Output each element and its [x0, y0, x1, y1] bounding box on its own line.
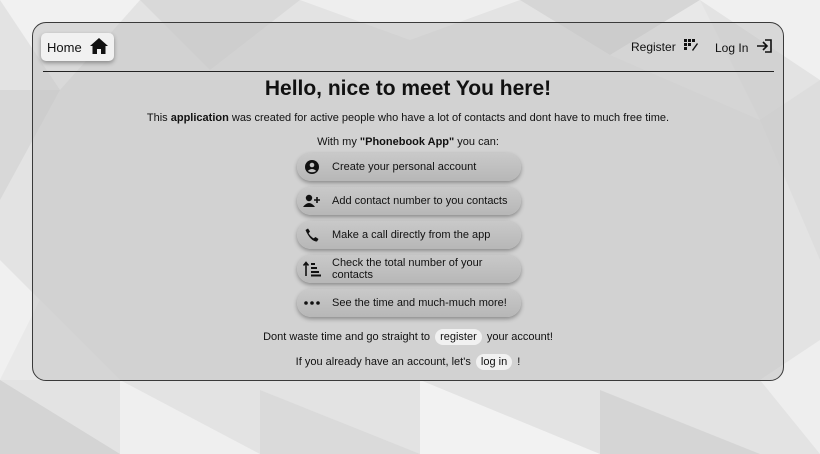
feature-item-count-contacts[interactable]: Check the total number of your contacts — [297, 255, 521, 283]
feature-label: Create your personal account — [332, 161, 477, 173]
feature-label: Check the total number of your contacts — [332, 257, 483, 281]
navbar: Home Register Log In — [33, 23, 783, 71]
feature-label: See the time and much-much more! — [332, 297, 507, 309]
login-link[interactable]: Log In — [715, 39, 773, 56]
feature-label: Make a call directly from the app — [332, 229, 491, 241]
intro-bold: application — [170, 112, 229, 124]
register-cta-text: Dont waste time and go straight to — [263, 331, 431, 343]
more-dots-icon — [303, 294, 321, 312]
intro-text: This application was created for active … — [146, 112, 670, 124]
account-circle-icon — [303, 158, 321, 176]
home-icon — [89, 37, 108, 57]
app-name: "Phonebook App" — [359, 136, 455, 148]
feature-item-make-call[interactable]: Make a call directly from the app — [297, 221, 521, 249]
login-cta: If you already have an account, let's lo… — [33, 354, 783, 370]
register-icon — [683, 39, 698, 54]
register-inline-button[interactable]: register — [435, 329, 482, 345]
sort-numbers-icon — [303, 260, 321, 278]
login-inline-button[interactable]: log in — [475, 354, 513, 370]
login-cta-suffix: ! — [517, 356, 521, 368]
page-title: Hello, nice to meet You here! — [264, 77, 552, 100]
feature-item-add-contact[interactable]: Add contact number to you contacts — [297, 187, 521, 215]
phone-icon — [303, 226, 321, 244]
feature-item-more[interactable]: See the time and much-much more! — [297, 289, 521, 317]
main-card: Home Register Log In Hello, nice to meet… — [32, 22, 784, 381]
features-intro: With my "Phonebook App" you can: — [317, 136, 499, 148]
nav-divider — [43, 71, 774, 72]
feature-item-create-account[interactable]: Create your personal account — [297, 153, 521, 181]
login-cta-text: If you already have an account, let's — [295, 356, 471, 368]
register-link[interactable]: Register — [631, 39, 698, 54]
feature-label: Add contact number to you contacts — [332, 195, 508, 207]
register-cta: Dont waste time and go straight to regis… — [33, 329, 783, 345]
login-icon — [756, 39, 773, 56]
home-label: Home — [47, 39, 82, 55]
features-list: Create your personal account Add contact… — [297, 153, 521, 323]
person-add-icon — [303, 192, 321, 210]
register-label: Register — [631, 39, 676, 54]
home-button[interactable]: Home — [41, 33, 114, 61]
login-label: Log In — [715, 40, 749, 55]
register-cta-suffix: your account! — [486, 331, 553, 343]
